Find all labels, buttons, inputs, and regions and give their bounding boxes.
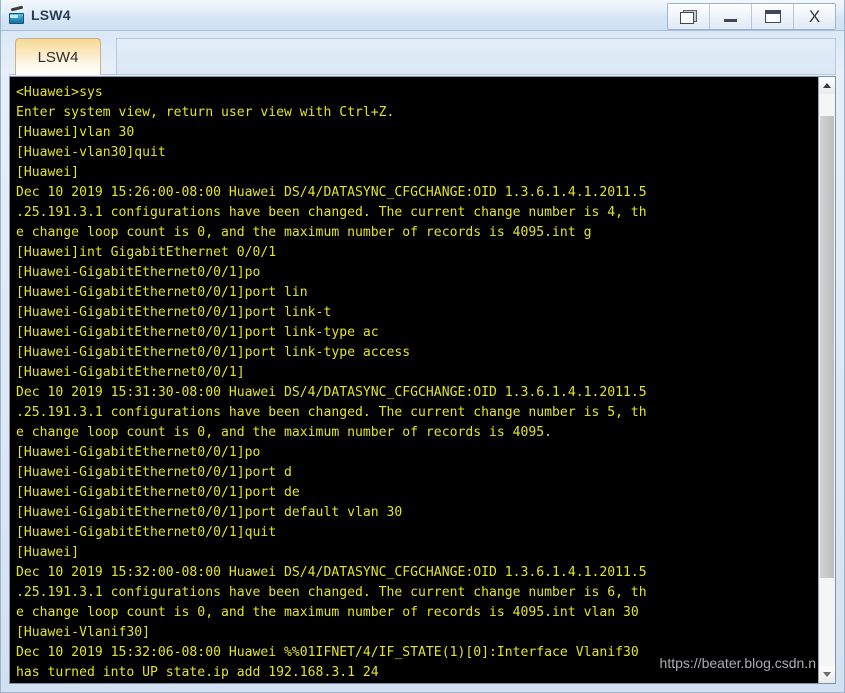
vertical-scrollbar[interactable] [818,77,835,683]
terminal-line: [Huawei] [16,545,80,560]
scrollbar-track[interactable] [819,94,835,666]
terminal-line: [Huawei-Vlanif30] [16,625,151,640]
tab-lsw4[interactable]: LSW4 [15,38,101,75]
terminal-line: Dec 10 2019 15:26:00-08:00 Huawei DS/4/D… [16,185,647,200]
scroll-up-button[interactable] [819,77,835,94]
terminal-line: [Huawei-GigabitEthernet0/0/1]quit [16,525,277,540]
window-controls: X [667,3,836,30]
terminal-line: Enter system view, return user view with… [16,105,395,120]
terminal-line: [Huawei-GigabitEthernet0/0/1]port link-t… [16,325,379,340]
chevron-down-icon [823,672,831,677]
terminal-line: [Huawei-GigabitEthernet0/0/1]port link-t… [16,345,411,360]
chevron-up-icon [823,83,831,88]
terminal-line: .25.191.3.1 configurations have been cha… [16,585,647,600]
terminal-line: .25.191.3.1 configurations have been cha… [16,405,647,420]
tab-label: LSW4 [37,48,79,66]
terminal-line: [Huawei] [16,165,80,180]
tab-strip: LSW4 [1,31,844,75]
tab-strip-filler [116,38,836,74]
maximize-button[interactable] [752,4,794,29]
terminal-line: Dec 10 2019 15:32:00-08:00 Huawei DS/4/D… [16,565,647,580]
terminal-line: e change loop count is 0, and the maximu… [16,605,639,620]
terminal-line: [Huawei-GigabitEthernet0/0/1]port de [16,485,300,500]
terminal-line: [Huawei-GigabitEthernet0/0/1] [16,365,245,380]
terminal-line: Dec 10 2019 15:31:30-08:00 Huawei DS/4/D… [16,385,647,400]
terminal-line: [Huawei-GigabitEthernet0/0/1]port defaul… [16,505,403,520]
scrollbar-thumb[interactable] [820,116,834,578]
terminal-line: [Huawei-vlan30]quit [16,145,166,160]
close-button[interactable]: X [794,4,835,29]
minimize-button[interactable] [710,4,752,29]
terminal-line: <Huawei>sys [16,85,103,100]
terminal-line: has turned into UP state.ip add 192.168.… [16,665,379,680]
maximize-icon [764,10,781,23]
terminal-line: [Huawei-GigabitEthernet0/0/1]po [16,445,261,460]
terminal-line: e change loop count is 0, and the maximu… [16,225,592,240]
terminal-line: [Huawei-GigabitEthernet0/0/1]port link-t [16,305,332,320]
restore-button[interactable] [668,4,710,29]
console-area: <Huawei>sys Enter system view, return use… [9,76,836,684]
close-icon: X [808,7,821,26]
restore-icon [680,9,697,24]
ensp-console-window: LSW4 X LSW4 <Huawei>sys Enter system vie… [0,0,845,693]
scroll-down-button[interactable] [819,666,835,683]
terminal-line: e change loop count is 0, and the maximu… [16,425,553,440]
minimize-icon [724,19,737,22]
switch-icon [8,5,26,24]
terminal-line: [Huawei-GigabitEthernet0/0/1]port lin [16,285,308,300]
terminal-line: [Huawei-GigabitEthernet0/0/1]port d [16,465,292,480]
terminal-line: .25.191.3.1 configurations have been cha… [16,205,647,220]
terminal-line: [Huawei-GigabitEthernet0/0/1]po [16,265,261,280]
terminal-line: [Huawei]int GigabitEthernet 0/0/1 [16,245,277,260]
terminal-output[interactable]: <Huawei>sys Enter system view, return use… [10,77,818,683]
terminal-line: [Huawei]vlan 30 [16,125,135,140]
terminal-line: Dec 10 2019 15:32:06-08:00 Huawei %%01IF… [16,645,639,660]
title-bar: LSW4 X [1,0,844,31]
window-title: LSW4 [31,7,71,23]
